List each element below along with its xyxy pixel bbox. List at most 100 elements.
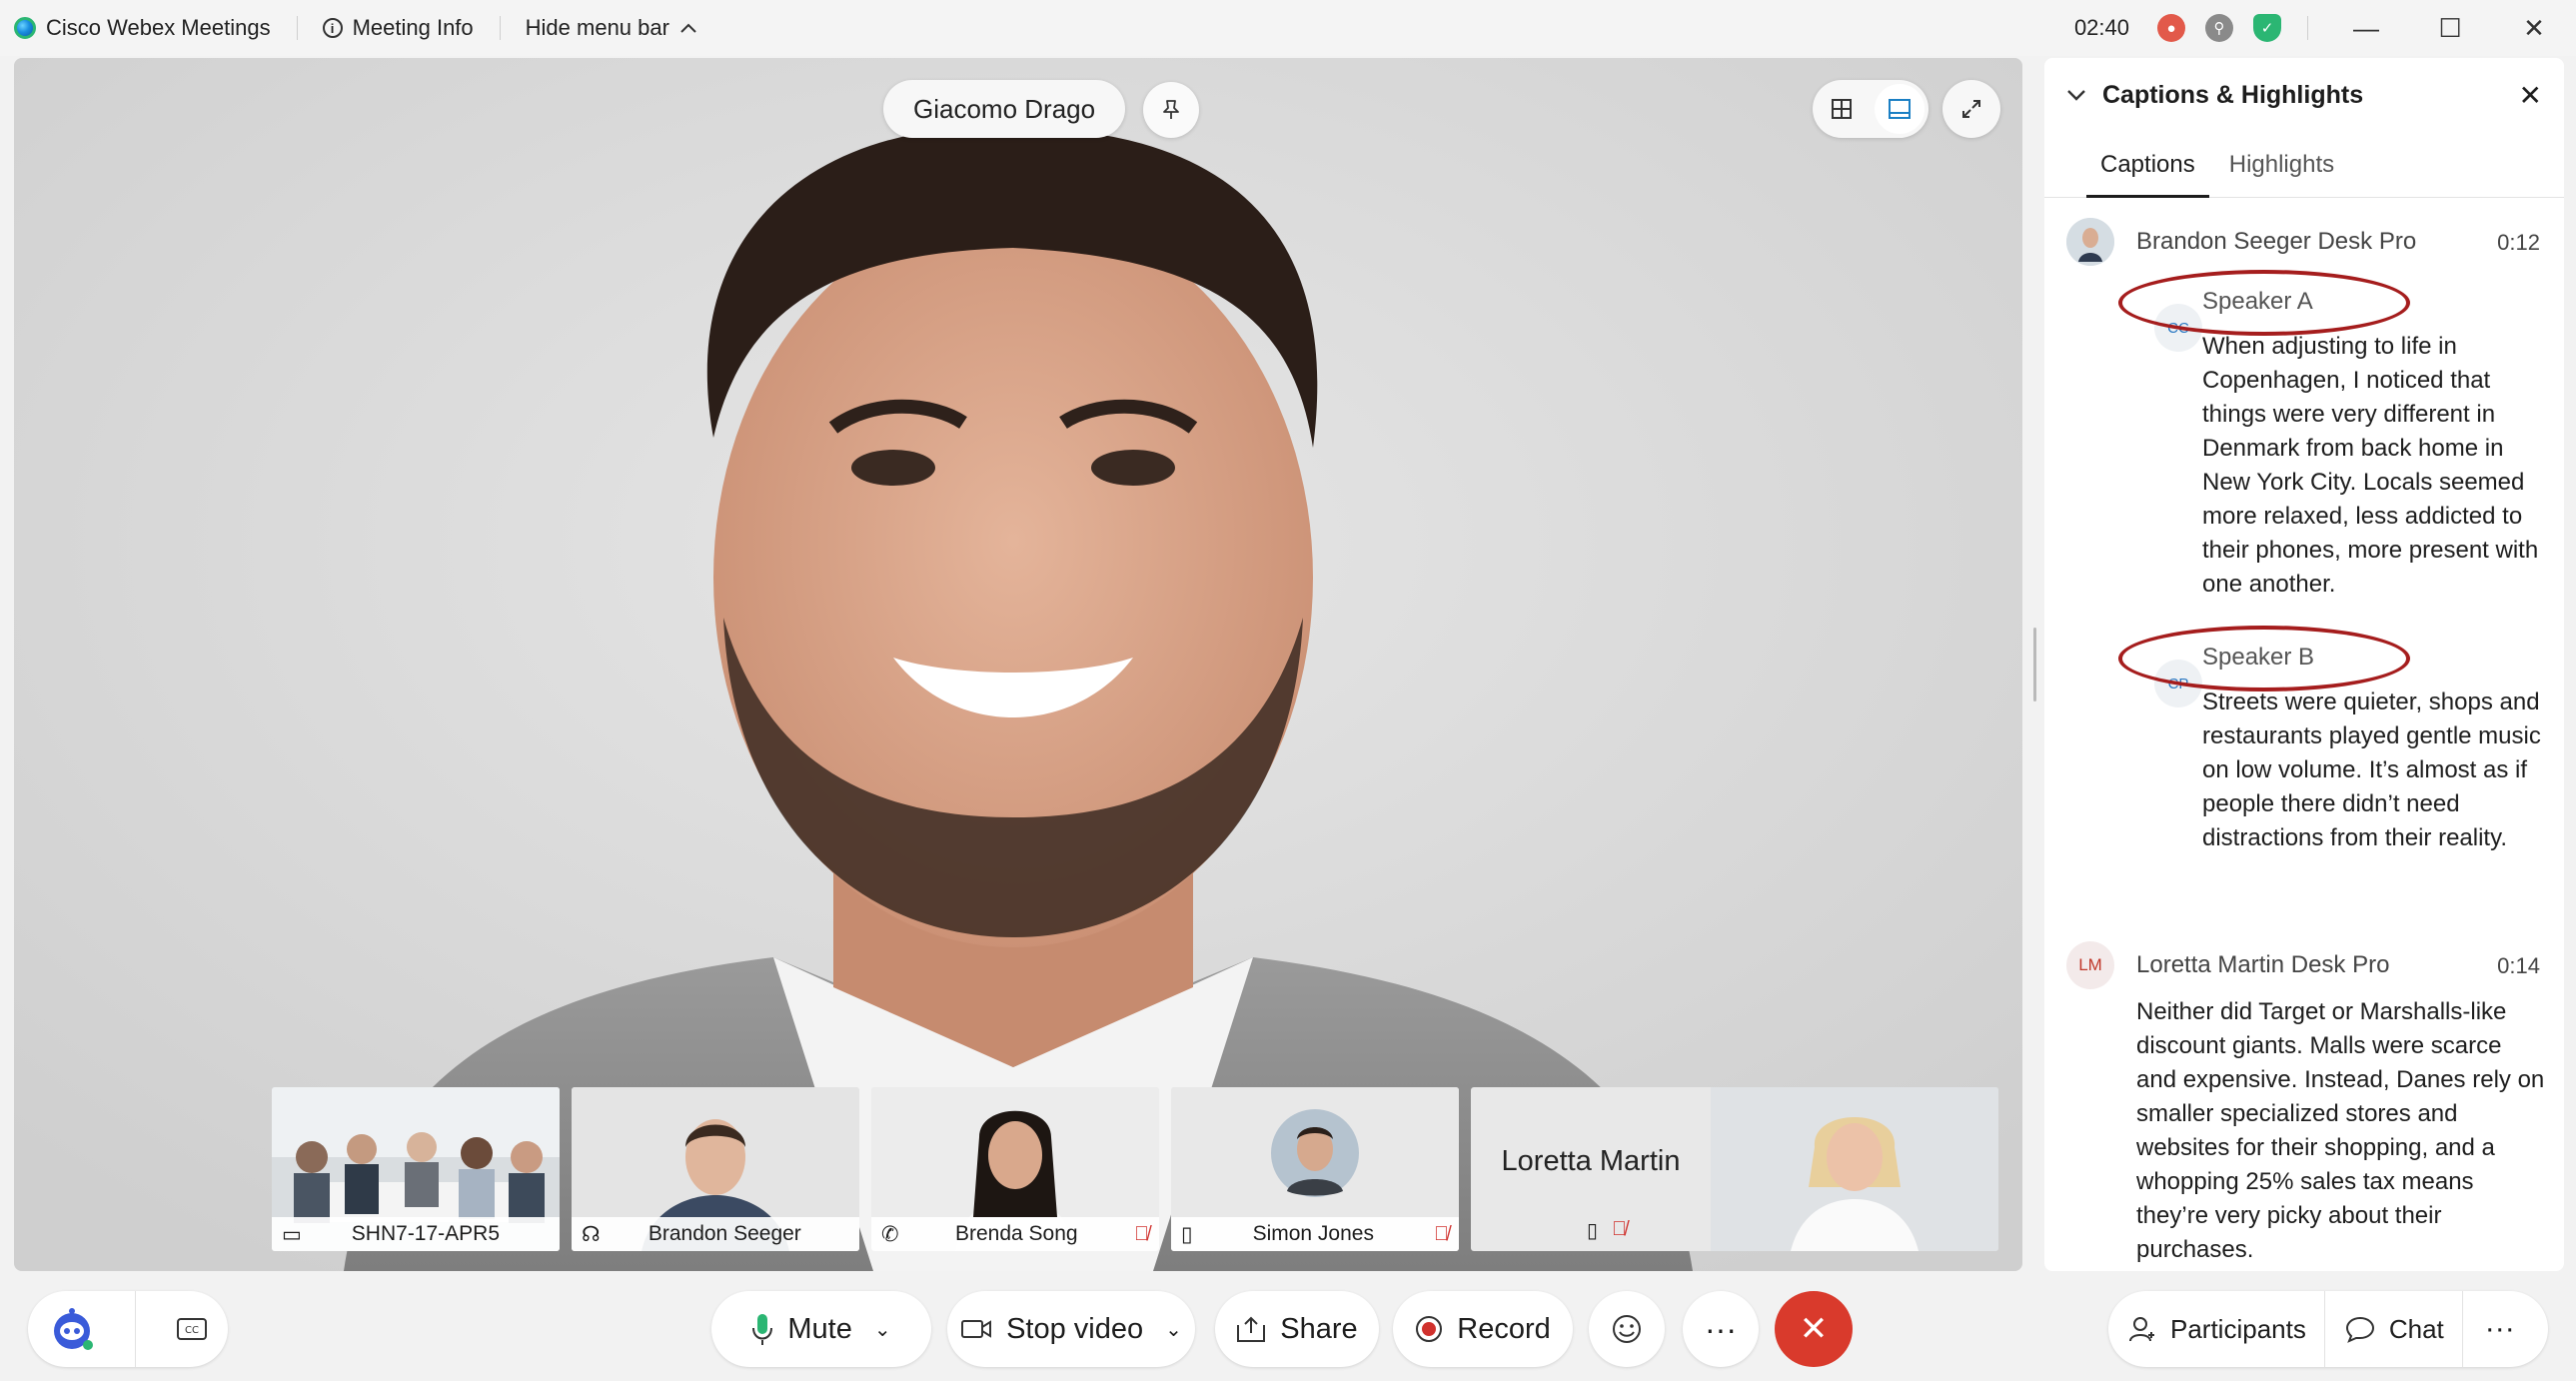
more-icon: ··· bbox=[2484, 1312, 2515, 1345]
mobile-icon: ▯ bbox=[1587, 1220, 1599, 1242]
thumbnail-label: ☊ Brandon Seeger bbox=[572, 1217, 859, 1251]
panel-resize-handle[interactable] bbox=[2033, 628, 2036, 701]
participant-name: SHN7-17-APR5 bbox=[351, 1222, 501, 1245]
close-icon: ✕ bbox=[1799, 1310, 1829, 1348]
record-icon bbox=[1415, 1315, 1443, 1343]
chat-label: Chat bbox=[2388, 1313, 2444, 1344]
caption-speaker-name: Brandon Seeger Desk Pro bbox=[2136, 228, 2417, 255]
stop-video-button[interactable]: Stop video ⌄ bbox=[947, 1291, 1195, 1367]
participant-name: Brenda Song bbox=[955, 1222, 1078, 1245]
panel-title: Captions & Highlights bbox=[2102, 80, 2364, 109]
caption-text: Streets were quieter, shops and restaura… bbox=[2202, 689, 2541, 851]
caption-speaker-name: Loretta Martin Desk Pro bbox=[2136, 951, 2390, 978]
expand-icon bbox=[1962, 100, 1980, 118]
thumbnail-tile[interactable]: ✆ Brenda Song 🎙̸ bbox=[871, 1087, 1159, 1251]
microphone-muted-icon: 🎙̸ bbox=[1134, 1222, 1149, 1245]
chat-button[interactable]: Chat bbox=[2325, 1291, 2462, 1367]
participant-name: Loretta Martin bbox=[1501, 1145, 1681, 1177]
chevron-down-icon[interactable]: ⌄ bbox=[1165, 1317, 1182, 1342]
main-video-stage: Giacomo Drago ▭ SHN7-17-APR5 ☊ Brandon S… bbox=[14, 58, 2022, 1271]
layout-switcher bbox=[1813, 80, 1929, 138]
mute-button[interactable]: Mute ⌄ bbox=[711, 1291, 931, 1367]
phone-icon: ✆ bbox=[881, 1222, 899, 1246]
captions-highlights-panel: Captions & Highlights ✕ Captions Highlig… bbox=[2044, 58, 2564, 1271]
tab-captions[interactable]: Captions bbox=[2086, 132, 2209, 198]
thumbnail-label: ✆ Brenda Song 🎙̸ bbox=[871, 1217, 1159, 1251]
meeting-info-button[interactable]: i Meeting Info bbox=[296, 0, 500, 56]
participants-label: Participants bbox=[2170, 1313, 2306, 1344]
more-icon: ··· bbox=[1705, 1310, 1737, 1347]
thumbnail-tile[interactable]: ▯ Simon Jones 🎙̸ bbox=[1171, 1087, 1459, 1251]
stage-layout-button[interactable] bbox=[1875, 84, 1925, 134]
grid-view-icon bbox=[1832, 99, 1852, 119]
thumbnail-tile[interactable]: ☊ Brandon Seeger bbox=[572, 1087, 859, 1251]
divider bbox=[2307, 16, 2308, 40]
thumbnail-tile-loretta[interactable]: Loretta Martin ▯ 🎙̸ bbox=[1471, 1087, 1998, 1251]
webex-logo-icon bbox=[14, 17, 36, 39]
closed-captions-icon: CC bbox=[177, 1318, 208, 1340]
chevron-up-icon bbox=[680, 23, 696, 33]
pin-button[interactable] bbox=[1143, 82, 1199, 138]
shield-security-icon[interactable]: ✓ bbox=[2253, 14, 2281, 42]
divider bbox=[135, 1291, 137, 1367]
microphone-muted-icon: 🎙̸ bbox=[1434, 1222, 1449, 1245]
meeting-controls-bar: CC Mute ⌄ Stop video ⌄ Share Record ··· … bbox=[0, 1271, 2576, 1381]
tab-highlights[interactable]: Highlights bbox=[2215, 132, 2348, 197]
caption-text: Neither did Target or Marshalls-like dis… bbox=[2136, 998, 2545, 1263]
participant-video bbox=[1711, 1087, 1998, 1251]
record-label: Record bbox=[1457, 1312, 1551, 1345]
pin-icon bbox=[1163, 100, 1179, 119]
panel-buttons-group: Participants Chat ··· bbox=[2108, 1291, 2548, 1367]
video-camera-icon bbox=[960, 1318, 992, 1340]
stop-video-label: Stop video bbox=[1006, 1312, 1144, 1345]
title-bar: Cisco Webex Meetings i Meeting Info Hide… bbox=[0, 0, 2576, 56]
assistant-group: CC bbox=[28, 1291, 228, 1367]
thumbnail-label: ▯ Simon Jones 🎙̸ bbox=[1171, 1217, 1459, 1251]
highlight-ellipse bbox=[2118, 626, 2410, 691]
fullscreen-button[interactable] bbox=[1942, 80, 2000, 138]
close-window-button[interactable]: ✕ bbox=[2492, 0, 2576, 56]
participant-thumbnails: ▭ SHN7-17-APR5 ☊ Brandon Seeger ✆ Brenda… bbox=[272, 1087, 1998, 1251]
caption-timestamp: 0:14 bbox=[2497, 953, 2540, 978]
share-icon bbox=[1236, 1315, 1266, 1343]
grid-layout-button[interactable] bbox=[1817, 84, 1867, 134]
share-label: Share bbox=[1280, 1312, 1358, 1345]
thumbnail-tile[interactable]: ▭ SHN7-17-APR5 bbox=[272, 1087, 560, 1251]
app-title: Cisco Webex Meetings bbox=[0, 0, 297, 56]
caption-text: When adjusting to life in Copenhagen, I … bbox=[2202, 333, 2539, 598]
microphone-icon bbox=[751, 1312, 773, 1346]
share-button[interactable]: Share bbox=[1215, 1291, 1379, 1367]
more-panels-button[interactable]: ··· bbox=[2463, 1291, 2537, 1367]
participant-name: Brandon Seeger bbox=[647, 1222, 801, 1245]
maximize-window-button[interactable]: ☐ bbox=[2408, 0, 2492, 56]
app-name: Cisco Webex Meetings bbox=[46, 15, 271, 40]
key-status-icon[interactable]: ⚲ bbox=[2205, 14, 2233, 42]
mobile-icon: ▯ bbox=[1181, 1222, 1193, 1246]
recording-status-icon[interactable]: ● bbox=[2157, 14, 2185, 42]
room-device-icon: ▭ bbox=[282, 1222, 302, 1246]
headset-icon: ☊ bbox=[582, 1222, 601, 1246]
reactions-button[interactable] bbox=[1589, 1291, 1665, 1367]
emoji-reactions-icon bbox=[1613, 1315, 1641, 1343]
meeting-timer: 02:40 bbox=[2073, 15, 2129, 40]
microphone-muted-icon: 🎙̸ bbox=[1612, 1218, 1628, 1240]
avatar bbox=[2066, 218, 2114, 266]
leave-meeting-button[interactable]: ✕ bbox=[1775, 1291, 1853, 1367]
hide-menu-label: Hide menu bar bbox=[525, 15, 669, 40]
participant-name: Simon Jones bbox=[1252, 1222, 1374, 1245]
active-speaker-name: Giacomo Drago bbox=[883, 80, 1126, 138]
thumbnail-label: ▭ SHN7-17-APR5 bbox=[272, 1217, 560, 1251]
chevron-down-icon[interactable]: ⌄ bbox=[874, 1317, 891, 1342]
chevron-down-icon[interactable] bbox=[2066, 84, 2086, 107]
highlight-ellipse bbox=[2118, 270, 2410, 336]
minimize-window-button[interactable]: — bbox=[2324, 0, 2408, 56]
more-options-button[interactable]: ··· bbox=[1683, 1291, 1759, 1367]
webex-assistant-button[interactable] bbox=[48, 1305, 96, 1353]
info-icon: i bbox=[322, 18, 343, 38]
close-panel-icon[interactable]: ✕ bbox=[2519, 79, 2542, 112]
hide-menu-bar-button[interactable]: Hide menu bar bbox=[499, 0, 723, 56]
participants-icon bbox=[2128, 1315, 2156, 1343]
record-button[interactable]: Record bbox=[1393, 1291, 1573, 1367]
participants-button[interactable]: Participants bbox=[2108, 1291, 2324, 1367]
closed-captions-button[interactable]: CC bbox=[176, 1317, 208, 1341]
